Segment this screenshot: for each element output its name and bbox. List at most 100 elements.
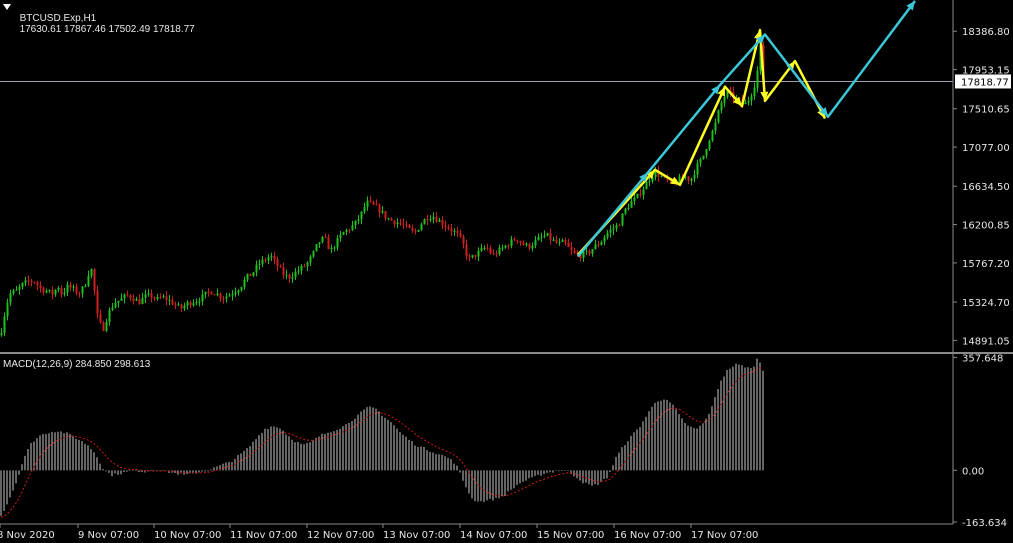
candle-body: [279, 266, 282, 268]
price-tick-label: 17077.00: [962, 143, 1010, 154]
candle-body: [570, 247, 573, 251]
candle-body: [381, 211, 384, 213]
candle-body: [366, 200, 369, 207]
candle-body: [243, 279, 246, 288]
macd-pane[interactable]: [0, 358, 764, 518]
candle-body: [327, 237, 330, 250]
symbol-title: BTCUSD.Exp,H1 17630.61 17867.46 17502.49…: [14, 2, 195, 35]
candle-body: [474, 255, 477, 257]
candle-body: [180, 304, 183, 309]
candle-body: [507, 245, 510, 247]
candle-body: [147, 293, 150, 295]
time-tick-label: 10 Nov 07:00: [154, 530, 221, 541]
candle-body: [468, 256, 471, 258]
time-tick-label: 12 Nov 07:00: [307, 530, 374, 541]
candle-body: [357, 219, 360, 221]
candle-body: [519, 241, 522, 243]
candle-body: [720, 102, 723, 111]
candle-body: [660, 176, 663, 178]
price-tick-label: 15324.70: [962, 298, 1010, 309]
candle-body: [390, 218, 393, 221]
candle-body: [285, 274, 288, 276]
price-tick-label: 14891.05: [962, 336, 1010, 347]
candle-body: [537, 237, 540, 241]
candle-body: [492, 253, 495, 255]
chart-menu-icon[interactable]: [3, 4, 11, 10]
candle-body: [138, 299, 141, 305]
candle-body: [531, 245, 534, 249]
candle-body: [504, 245, 507, 248]
candle-body: [696, 163, 699, 175]
candle-body: [594, 244, 597, 250]
candle-body: [525, 243, 528, 246]
candle-body: [630, 201, 633, 208]
candle-body: [105, 322, 108, 331]
time-tick-label: 13 Nov 07:00: [383, 530, 450, 541]
current-price-label: 17818.77: [961, 77, 1009, 88]
candle-body: [750, 96, 753, 101]
price-axis: 18386.8017953.1517510.6517077.0016634.50…: [952, 0, 1011, 529]
candle-body: [483, 247, 486, 249]
candle-body: [708, 140, 711, 150]
candle-body: [141, 297, 144, 305]
candle-body: [471, 255, 474, 258]
candle-body: [3, 316, 6, 334]
candle-body: [261, 259, 264, 265]
candle-body: [99, 313, 102, 323]
candle-body: [222, 298, 225, 300]
candle-body: [324, 236, 327, 238]
candle-body: [168, 299, 171, 301]
time-tick-label: 15 Nov 07:00: [537, 530, 604, 541]
candle-body: [0, 333, 3, 336]
candle-body: [336, 238, 339, 248]
candle-body: [210, 291, 213, 295]
candle-body: [153, 297, 156, 299]
candle-body: [306, 262, 309, 267]
candle-body: [315, 244, 318, 252]
candle-body: [549, 233, 552, 240]
macd-tick-label: -163.634: [962, 518, 1007, 529]
candle-body: [459, 232, 462, 237]
candle-body: [429, 219, 432, 221]
candle-body: [543, 235, 546, 237]
candle-body: [621, 213, 624, 226]
candle-body: [111, 307, 114, 310]
candle-body: [192, 303, 195, 306]
candle-body: [567, 242, 570, 248]
candle-body: [393, 220, 396, 225]
candle-body: [42, 287, 45, 293]
candle-body: [510, 239, 513, 247]
candle-body: [612, 228, 615, 230]
candle-body: [303, 265, 306, 267]
candle-body: [450, 228, 453, 232]
candle-body: [432, 217, 435, 220]
candle-body: [495, 253, 498, 255]
candle-body: [558, 241, 561, 243]
candle-body: [18, 286, 21, 290]
candle-body: [723, 96, 726, 103]
time-tick-label: 9 Nov 07:00: [78, 530, 139, 541]
candle-body: [189, 302, 192, 306]
candle-body: [255, 264, 258, 273]
candle-body: [156, 296, 159, 299]
candle-body: [453, 230, 456, 232]
candle-body: [6, 302, 9, 317]
price-pane[interactable]: [0, 0, 1013, 354]
candle-body: [120, 298, 123, 301]
candle-body: [171, 299, 174, 305]
candle-body: [84, 285, 87, 287]
candle-body: [438, 220, 441, 222]
candle-body: [585, 250, 588, 252]
candle-body: [627, 207, 630, 209]
candle-body: [330, 247, 333, 250]
candle-body: [414, 230, 417, 232]
candle-body: [435, 217, 438, 222]
candle-body: [240, 287, 243, 291]
candle-body: [546, 233, 549, 236]
candle-body: [198, 301, 201, 303]
candle-body: [501, 247, 504, 249]
trading-chart[interactable]: 8 Nov 2020 9 Nov 07:00 10 Nov 07:00 11 Nov …: [0, 0, 1013, 543]
candle-body: [318, 242, 321, 245]
candle-body: [108, 309, 111, 323]
candle-body: [78, 293, 81, 295]
